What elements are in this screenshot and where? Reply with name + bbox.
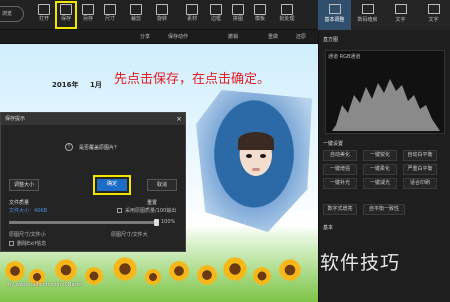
left-eye xyxy=(246,154,252,158)
original-quality-label: 采用原图质量/100输出 xyxy=(125,208,177,214)
self-balance-button[interactable]: 自平衡一致性 xyxy=(363,204,405,215)
restore-button[interactable]: 还原 xyxy=(296,33,306,40)
redo-button[interactable]: 重做 xyxy=(268,33,278,40)
auto-enhance-button[interactable]: 自动美化 xyxy=(323,150,357,161)
save-icon xyxy=(60,4,72,15)
dialog-title: 保存提示 xyxy=(1,113,185,125)
file-quality-label: 文件质量 xyxy=(9,200,30,206)
main-toolbar: 浏览 打开 保存 另存 尺寸 裁剪 旋转 素材 边框 拼图 模板 批处理 xyxy=(0,0,318,30)
histogram-graph xyxy=(332,79,440,131)
batch-button[interactable]: 批处理 xyxy=(274,2,300,28)
ok-button[interactable]: 确定 xyxy=(93,175,131,195)
basic-heading: 基本 xyxy=(323,225,334,231)
frame-button[interactable]: 边框 xyxy=(206,2,226,28)
right-panel-tabs: 基本调整 数码暗房 文字 文字 xyxy=(318,0,450,30)
histogram-heading: 直方图 xyxy=(323,37,339,43)
resize-button[interactable]: 尺寸 xyxy=(100,2,120,28)
tab-text[interactable]: 文字 xyxy=(384,0,417,30)
tab-text-2[interactable]: 文字 xyxy=(417,0,450,30)
save-dialog: 保存提示 × ! 是否覆盖原图片？ 调整大小 确定 取消 文件质量 文件大小：4… xyxy=(0,112,186,252)
material-icon xyxy=(186,4,198,15)
crop-button[interactable]: 裁剪 xyxy=(126,2,146,28)
frame-icon xyxy=(210,4,222,15)
resize-icon xyxy=(104,4,116,15)
calendar-year: 2016年 xyxy=(52,81,79,89)
batch-icon xyxy=(281,4,293,15)
close-icon[interactable]: × xyxy=(176,113,182,125)
reduce-light-button[interactable]: 一键减光 xyxy=(363,178,397,189)
camera-icon xyxy=(361,4,374,14)
open-button[interactable]: 打开 xyxy=(34,2,54,28)
digital-brighten-button[interactable]: 数字式增亮 xyxy=(323,204,357,215)
file-size-label: 文件大小：40KB xyxy=(9,208,48,214)
undo-button[interactable]: 撤销 xyxy=(228,33,238,40)
adjust-size-button[interactable]: 调整大小 xyxy=(9,179,39,191)
histogram: 通道 RGB通道 xyxy=(325,50,445,134)
exif-checkbox[interactable] xyxy=(9,241,14,246)
text-t-icon xyxy=(427,4,440,14)
strong-white-balance-button[interactable]: 严重白平衡 xyxy=(403,164,437,175)
original-size-label: 原图尺寸/文件小 xyxy=(9,232,46,238)
rotate-icon xyxy=(156,4,168,15)
tab-basic-adjust[interactable]: 基本调整 xyxy=(318,0,351,30)
secondary-toolbar: 分享 保存动作 撤销 重做 还原 xyxy=(0,30,318,44)
dialog-message: 是否覆盖原图片？ xyxy=(79,145,120,151)
template-icon xyxy=(254,4,266,15)
save-button[interactable]: 保存 xyxy=(55,1,77,29)
sharpen-button[interactable]: 一键锐化 xyxy=(363,150,397,161)
print-ready-button[interactable]: 适合印刷 xyxy=(403,178,437,189)
image-watermark: by www.nalbcom.com | Natch xyxy=(8,282,83,288)
exif-label: 删除Exif信息 xyxy=(17,241,47,247)
right-eye xyxy=(260,154,266,158)
original-quality-checkbox[interactable] xyxy=(117,208,122,213)
tab-darkroom[interactable]: 数码暗房 xyxy=(351,0,384,30)
warning-icon: ! xyxy=(65,143,73,151)
save-as-button[interactable]: 另存 xyxy=(78,2,98,28)
auto-white-balance-button[interactable]: 自动白平衡 xyxy=(403,150,437,161)
text-icon xyxy=(394,4,407,14)
adjust-icon xyxy=(328,4,341,14)
cancel-button[interactable]: 取消 xyxy=(147,179,177,191)
brand-watermark: 软件技巧 xyxy=(320,252,401,274)
fill-light-button[interactable]: 一键补光 xyxy=(323,178,357,189)
crop-icon xyxy=(130,4,142,15)
one-click-heading: 一键设置 xyxy=(323,141,344,147)
enhance-button[interactable]: 一键增强 xyxy=(323,164,357,175)
save-action-button[interactable]: 保存动作 xyxy=(168,33,188,40)
browse-button[interactable]: 浏览 xyxy=(0,6,24,22)
quality-slider-thumb[interactable] xyxy=(154,219,159,226)
material-button[interactable]: 素材 xyxy=(182,2,202,28)
soften-button[interactable]: 一键柔化 xyxy=(363,164,397,175)
mouth xyxy=(252,168,260,171)
sunflower-field xyxy=(0,254,318,302)
new-size-label: 原图尺寸/文件大 xyxy=(111,232,148,238)
save-as-icon xyxy=(82,4,94,15)
folder-icon xyxy=(38,4,50,15)
reset-button[interactable]: 重置 xyxy=(147,199,157,206)
collage-icon xyxy=(232,4,244,15)
channel-select[interactable]: 通道 RGB通道 xyxy=(328,53,360,60)
quality-value: 100% xyxy=(161,219,176,225)
template-button[interactable]: 模板 xyxy=(250,2,270,28)
hair xyxy=(238,132,274,150)
rotate-button[interactable]: 旋转 xyxy=(152,2,172,28)
instruction-annotation: 先点击保存，在点击确定。 xyxy=(114,72,271,87)
quality-slider[interactable] xyxy=(9,219,159,226)
quality-slider-fill xyxy=(9,221,159,224)
share-button[interactable]: 分享 xyxy=(140,33,150,40)
collage-button[interactable]: 拼图 xyxy=(228,2,248,28)
calendar-month: 1月 xyxy=(90,81,102,89)
